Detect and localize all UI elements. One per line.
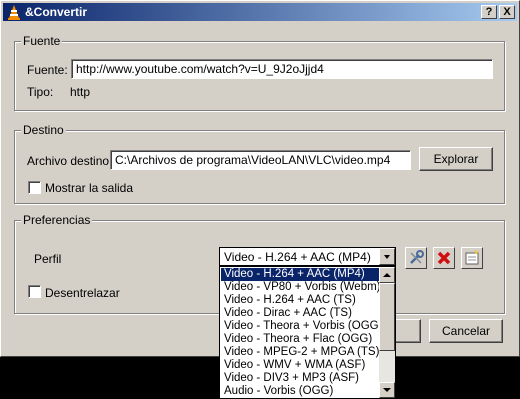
profile-select[interactable]: Video - H.264 + AAC (MP4): [219, 247, 396, 266]
arrow-up-icon: [383, 273, 391, 277]
profile-option[interactable]: Video - WMV + WMA (ASF): [221, 359, 379, 372]
source-url-field[interactable]: http://www.youtube.com/watch?v=U_9J2oJjj…: [71, 59, 493, 79]
edit-profile-button[interactable]: [405, 247, 427, 269]
browse-button[interactable]: Explorar: [419, 147, 493, 171]
window-title: &Convertir: [25, 5, 88, 19]
wrench-icon: [410, 250, 424, 264]
scroll-down-button[interactable]: [379, 382, 395, 398]
profile-label: Perfil: [34, 252, 62, 266]
profile-option[interactable]: Video - Dirac + AAC (TS): [221, 307, 379, 320]
scroll-up-button[interactable]: [379, 267, 395, 283]
profile-select-value: Video - H.264 + AAC (MP4): [224, 250, 371, 264]
profile-option[interactable]: Video - Theora + Vorbis (OGG): [221, 320, 382, 333]
source-legend: Fuente: [21, 34, 63, 48]
profile-dropdown-list[interactable]: Video - H.264 + AAC (MP4) Video - VP80 + …: [219, 266, 396, 399]
deinterlace-checkbox[interactable]: [28, 285, 41, 298]
deinterlace-label: Desentrelazar: [45, 286, 120, 300]
scroll-thumb[interactable]: [379, 283, 395, 351]
destination-legend: Destino: [21, 123, 66, 137]
help-button[interactable]: ?: [481, 5, 497, 19]
destination-file-field[interactable]: C:\Archivos de programa\VideoLAN\VLC\vid…: [110, 150, 411, 170]
profile-option[interactable]: Video - DIV3 + MP3 (ASF): [221, 372, 379, 385]
new-profile-button[interactable]: [461, 247, 483, 269]
profile-option[interactable]: Video - H.264 + AAC (MP4): [221, 268, 379, 281]
type-value: http: [70, 85, 91, 99]
chevron-down-icon[interactable]: [379, 248, 395, 265]
new-profile-icon: [465, 250, 479, 265]
profile-option[interactable]: Video - VP80 + Vorbis (Webm): [221, 281, 381, 294]
delete-profile-button[interactable]: [433, 247, 455, 269]
close-button[interactable]: X: [499, 5, 515, 19]
show-output-label: Mostrar la salida: [45, 181, 134, 195]
vlc-cone-icon: [8, 5, 20, 20]
dropdown-scrollbar[interactable]: [379, 267, 395, 398]
preferences-legend: Preferencias: [21, 213, 93, 227]
delete-icon: [437, 251, 451, 265]
arrow-down-icon: [383, 388, 391, 392]
profile-option[interactable]: Audio - Vorbis (OGG): [221, 385, 379, 398]
show-output-checkbox[interactable]: [28, 181, 41, 194]
profile-option[interactable]: Video - H.264 + AAC (TS): [221, 294, 379, 307]
destination-label: Archivo destino:: [27, 154, 113, 168]
profile-option[interactable]: Video - Theora + Flac (OGG): [221, 333, 379, 346]
title-bar[interactable]: &Convertir ? X: [3, 3, 517, 21]
type-label: Tipo:: [27, 85, 54, 99]
cancel-button[interactable]: Cancelar: [429, 319, 503, 343]
profile-option[interactable]: Video - MPEG-2 + MPGA (TS): [221, 346, 379, 359]
source-label: Fuente:: [27, 63, 68, 77]
